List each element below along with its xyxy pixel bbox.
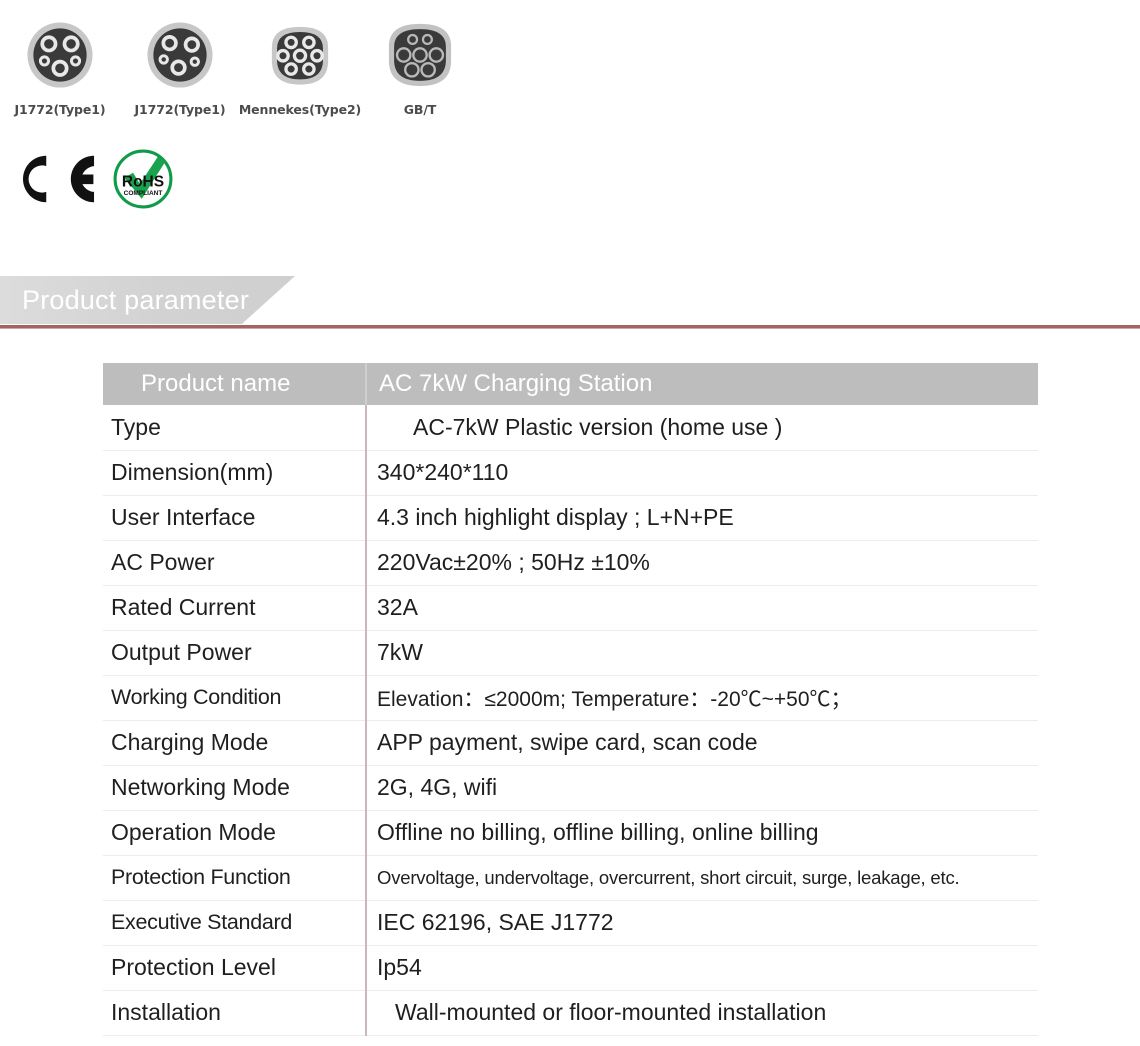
table-row: Operation Mode Offline no billing, offli… [103,810,1038,856]
connector-types-strip: J1772(Type1) J1772(Type1) Mennekes(Type2… [0,18,480,136]
row-key: Dimension(mm) [103,450,366,496]
table-row: Dimension(mm) 340*240*110 [103,450,1038,496]
table-row: Working Condition Elevation：≤2000m; Temp… [103,675,1038,721]
connector-label: J1772(Type1) [14,102,106,117]
connector-item: J1772(Type1) [0,18,120,117]
row-value: 4.3 inch highlight display ; L+N+PE [365,495,1038,541]
row-value: APP payment, swipe card, scan code [365,720,1038,766]
j1772-type1-connector-icon [147,22,213,88]
connector-label: Mennekes(Type2) [238,102,362,117]
row-key: Charging Mode [103,720,366,766]
connector-label: J1772(Type1) [134,102,226,117]
connector-item: GB/T [360,18,480,117]
row-value: 2G, 4G, wifi [365,765,1038,811]
table-row: Executive Standard IEC 62196, SAE J1772 [103,900,1038,946]
table-header-value: AC 7kW Charging Station [365,363,1038,405]
section-divider-soft [0,328,1140,329]
row-value: AC-7kW Plastic version (home use ) [365,405,1038,451]
table-header-key: Product name [103,363,366,405]
row-value: 32A [365,585,1038,631]
row-value: Overvoltage, undervoltage, overcurrent, … [365,855,1038,901]
row-key: Working Condition [103,675,366,721]
row-key: Protection Function [103,855,366,901]
row-key: Installation [103,990,366,1036]
connector-label: GB/T [403,102,437,117]
row-key: Protection Level [103,945,366,991]
page-title: Product parameter [22,284,250,315]
row-key: Type [103,405,366,451]
section-banner: Product parameter [0,276,295,324]
table-row: Type AC-7kW Plastic version (home use ) [103,405,1038,451]
row-value: Offline no billing, offline billing, onl… [365,810,1038,856]
row-key: Operation Mode [103,810,366,856]
row-key: User Interface [103,495,366,541]
gbt-connector-icon [388,23,452,87]
row-value: Elevation：≤2000m; Temperature：-20℃~+50℃； [365,675,1038,721]
row-value: 7kW [365,630,1038,676]
ce-mark-icon [22,155,95,203]
row-value: Wall-mounted or floor-mounted installati… [365,990,1038,1036]
row-value: IEC 62196, SAE J1772 [365,900,1038,946]
table-row: Protection Function Overvoltage, undervo… [103,855,1038,901]
table-row: AC Power 220Vac±20% ; 50Hz ±10% [103,540,1038,586]
product-parameter-table: Product name AC 7kW Charging Station Typ… [103,363,1038,1036]
table-row: Installation Wall-mounted or floor-mount… [103,990,1038,1036]
table-row: Output Power 7kW [103,630,1038,676]
row-key: Networking Mode [103,765,366,811]
mennekes-type2-connector-icon [271,26,329,85]
row-key: AC Power [103,540,366,586]
table-row: User Interface 4.3 inch highlight displa… [103,495,1038,541]
connector-item: Mennekes(Type2) [238,18,362,117]
row-value: 340*240*110 [365,450,1038,496]
row-key: Output Power [103,630,366,676]
rohs-label: RoHS [122,173,164,190]
table-row: Protection Level Ip54 [103,945,1038,991]
connector-item: J1772(Type1) [120,18,240,117]
certification-marks: RoHS COMPLIANT [8,146,174,212]
row-value: Ip54 [365,945,1038,991]
table-row: Rated Current 32A [103,585,1038,631]
table-row: Networking Mode 2G, 4G, wifi [103,765,1038,811]
rohs-sublabel: COMPLIANT [124,190,163,197]
table-row: Charging Mode APP payment, swipe card, s… [103,720,1038,766]
rohs-mark-icon: RoHS COMPLIANT [113,149,173,209]
row-key: Executive Standard [103,900,366,946]
table-header-row: Product name AC 7kW Charging Station [103,363,1038,405]
row-key: Rated Current [103,585,366,631]
row-value: 220Vac±20% ; 50Hz ±10% [365,540,1038,586]
j1772-type1-connector-icon [27,22,93,88]
